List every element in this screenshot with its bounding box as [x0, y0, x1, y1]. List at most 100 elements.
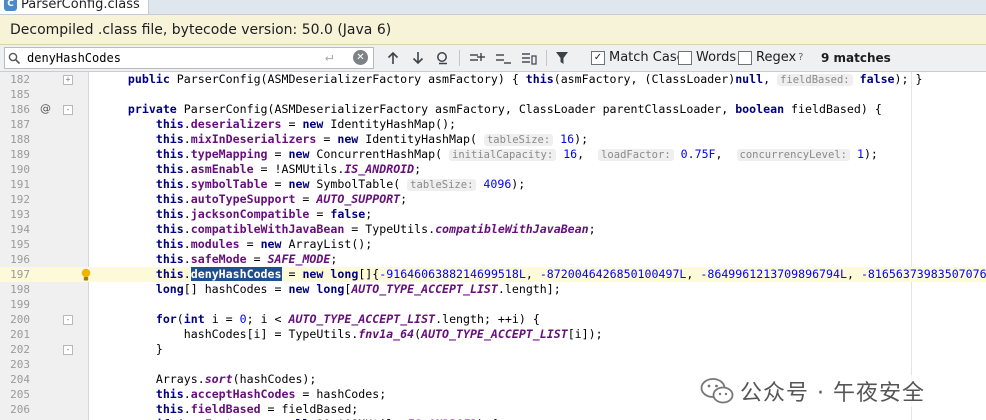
code-line[interactable]: 196 this.safeMode = SAFE_MODE; — [0, 252, 986, 267]
regex-checkbox[interactable] — [738, 50, 752, 65]
fold-toggle-icon[interactable]: - — [63, 315, 73, 325]
match-case-label: Match Case — [609, 50, 685, 65]
code-line[interactable]: 186 @ - private ParserConfig(ASMDeserializ… — [0, 102, 986, 117]
code-line[interactable]: 191 this.symbolTable = new SymbolTable( … — [0, 177, 986, 192]
annotation-marker-icon[interactable]: @ — [40, 102, 51, 115]
code-text: public ParserConfig(ASMDeserializerFacto… — [127, 72, 923, 86]
line-number: 182 — [10, 73, 30, 86]
enter-icon: ↵ — [325, 49, 334, 65]
line-number: 206 — [10, 403, 30, 416]
code-line[interactable]: 190 this.asmEnable = !ASMUtils.IS_ANDROI… — [0, 162, 986, 177]
line-number: 192 — [10, 193, 30, 206]
regex-label: Regex — [756, 50, 797, 65]
line-number: 202 — [10, 343, 30, 356]
next-occurrence-button[interactable] — [411, 49, 425, 67]
fold-toggle-icon[interactable]: - — [63, 345, 73, 355]
line-number: 189 — [10, 148, 30, 161]
regex-option[interactable]: Regex ? — [738, 50, 803, 65]
regex-help-icon[interactable]: ? — [798, 52, 803, 63]
code-text: this.mixInDeserializers = new IdentityHa… — [155, 132, 589, 146]
code-line[interactable]: 188 this.mixInDeserializers = new Identi… — [0, 132, 986, 147]
code-text: for(int i = 0; i < AUTO_TYPE_ACCEPT_LIST… — [155, 312, 540, 326]
code-line[interactable]: 197 this.denyHashCodes = new long[]{-916… — [0, 267, 986, 282]
code-line[interactable]: 189 this.typeMapping = new ConcurrentHas… — [0, 147, 986, 162]
code-line[interactable]: 185 — [0, 87, 986, 102]
code-line[interactable]: 200 - for(int i = 0; i < AUTO_TYPE_ACCEPT… — [0, 312, 986, 327]
code-line[interactable]: 195 this.modules = new ArrayList(); — [0, 237, 986, 252]
banner-text: Decompiled .class file, bytecode version… — [10, 21, 392, 38]
code-text: this.compatibleWithJavaBean = TypeUtils.… — [155, 222, 596, 236]
code-line[interactable]: 198 long[] hashCodes = new long[AUTO_TYP… — [0, 282, 986, 297]
code-line[interactable]: 182 + public ParserConfig(ASMDeserializer… — [0, 72, 986, 87]
line-number: 187 — [10, 118, 30, 131]
code-line[interactable]: 192 this.autoTypeSupport = AUTO_SUPPORT; — [0, 192, 986, 207]
match-case-option[interactable]: ✓ Match Case — [591, 50, 685, 65]
decompiled-banner: Decompiled .class file, bytecode version… — [0, 15, 986, 45]
line-number: 199 — [10, 298, 30, 311]
search-icon[interactable] — [5, 52, 23, 65]
tab-parserconfig[interactable]: C ParserConfig.class — [0, 0, 149, 14]
toolbar-separator — [546, 50, 547, 66]
code-text: this.fieldBased = fieldBased; — [155, 402, 359, 416]
code-line[interactable]: 202 - } — [0, 342, 986, 357]
fold-toggle-icon[interactable]: + — [63, 75, 73, 85]
toolbar-separator — [459, 50, 460, 66]
code-text: this.safeMode = SAFE_MODE; — [155, 252, 338, 266]
previous-occurrence-button[interactable] — [386, 49, 400, 67]
clear-search-button[interactable]: ✕ — [353, 50, 368, 65]
match-case-checkbox[interactable]: ✓ — [591, 50, 605, 65]
line-number: 198 — [10, 283, 30, 296]
code-line[interactable]: 199 — [0, 297, 986, 312]
line-number: 205 — [10, 388, 30, 401]
line-number: 185 — [10, 88, 30, 101]
line-number: 204 — [10, 373, 30, 386]
wechat-watermark: 公众号 · 午夜安全 — [696, 375, 929, 407]
search-box[interactable]: ↵ ✕ — [4, 47, 374, 69]
code-line[interactable]: 187 this.deserializers = new IdentityHas… — [0, 117, 986, 132]
line-number: 201 — [10, 328, 30, 341]
line-number: 203 — [10, 358, 30, 371]
line-number: 196 — [10, 253, 30, 266]
code-text: long[] hashCodes = new long[AUTO_TYPE_AC… — [155, 282, 561, 296]
tab-label: ParserConfig.class — [21, 0, 140, 12]
code-text: this.acceptHashCodes = hashCodes; — [155, 387, 387, 401]
line-number: 190 — [10, 163, 30, 176]
match-count: 9 matches — [821, 51, 891, 65]
code-editor[interactable]: 182 + public ParserConfig(ASMDeserializer… — [0, 72, 986, 420]
code-text: } — [100, 342, 163, 356]
find-usages-icon[interactable] — [435, 49, 451, 67]
code-text: this.asmEnable = !ASMUtils.IS_ANDROID; — [155, 162, 422, 176]
wechat-logo-icon — [700, 378, 734, 404]
line-number: 188 — [10, 133, 30, 146]
code-line[interactable]: 201 hashCodes[i] = TypeUtils.fnv1a_64(AU… — [0, 327, 986, 342]
code-text: private ParserConfig(ASMDeserializerFact… — [127, 102, 882, 116]
add-selection-icon[interactable] — [468, 49, 486, 67]
line-number: 191 — [10, 178, 30, 191]
search-input[interactable] — [23, 51, 307, 65]
select-all-occurrences-icon[interactable] — [520, 49, 538, 67]
code-text: Arrays.sort(hashCodes); — [100, 372, 317, 386]
code-line[interactable]: 203 — [0, 357, 986, 372]
fold-toggle-icon[interactable]: - — [63, 105, 73, 115]
filter-icon[interactable] — [554, 49, 572, 67]
find-toolbar: ↵ ✕ ✓ Match Case Words Regex ? 9 matches — [0, 45, 986, 72]
code-text: hashCodes[i] = TypeUtils.fnv1a_64(AUTO_T… — [100, 327, 603, 341]
line-number: 197 — [10, 268, 30, 281]
line-number: 186 — [10, 103, 30, 116]
editor-tab-bar: C ParserConfig.class — [0, 0, 986, 15]
code-line[interactable]: 194 this.compatibleWithJavaBean = TypeUt… — [0, 222, 986, 237]
words-label: Words — [696, 50, 737, 65]
line-number: 195 — [10, 238, 30, 251]
remove-selection-icon[interactable] — [494, 49, 512, 67]
line-number: 200 — [10, 313, 30, 326]
line-number: 193 — [10, 208, 30, 221]
watermark-text: 公众号 · 午夜安全 — [740, 381, 925, 406]
code-text: this.deserializers = new IdentityHashMap… — [155, 117, 457, 131]
code-text: this.modules = new ArrayList(); — [155, 237, 373, 251]
code-text: this.denyHashCodes = new long[]{-9164606… — [155, 267, 986, 281]
class-file-icon: C — [4, 0, 17, 11]
words-option[interactable]: Words — [678, 50, 736, 65]
code-text: this.autoTypeSupport = AUTO_SUPPORT; — [155, 192, 408, 206]
words-checkbox[interactable] — [678, 50, 692, 65]
code-line[interactable]: 193 this.jacksonCompatible = false; — [0, 207, 986, 222]
